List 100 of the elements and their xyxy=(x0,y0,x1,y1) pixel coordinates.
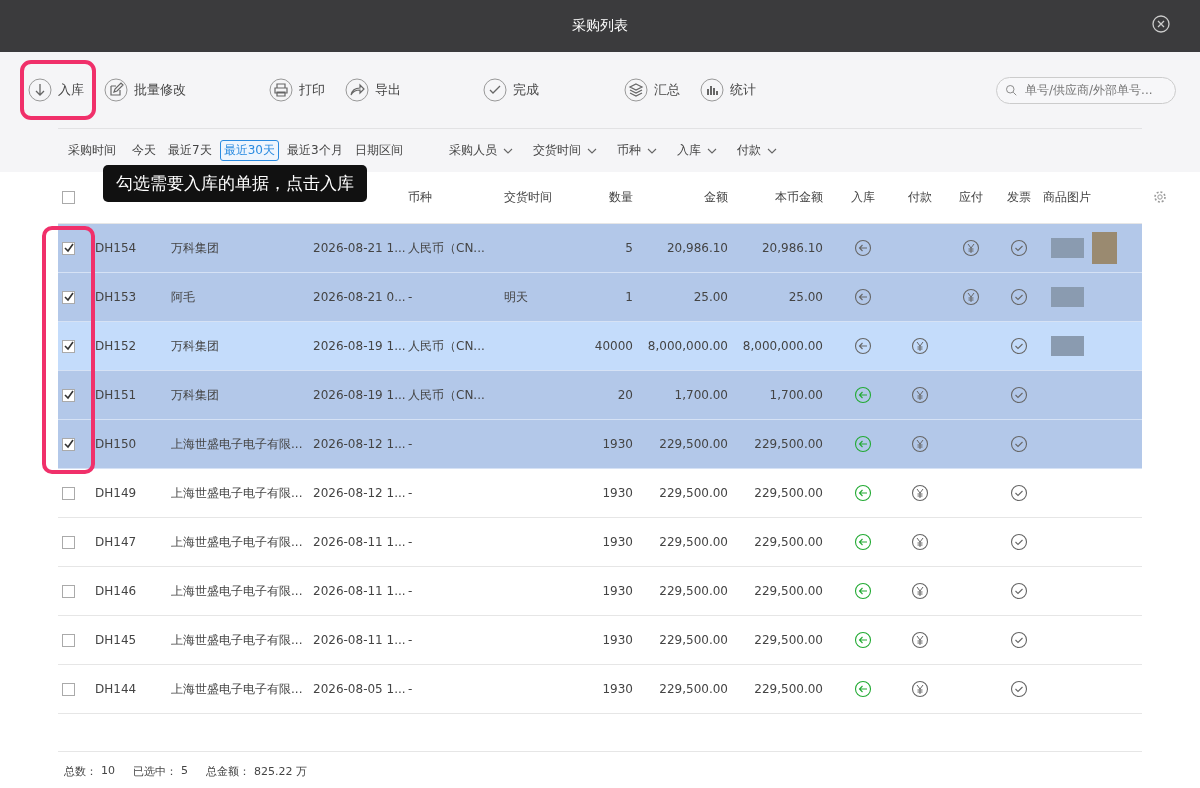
supplier-name: 上海世盛电子电子有限... xyxy=(171,484,303,502)
check-circle-icon[interactable] xyxy=(1010,680,1028,698)
column-header: 本币金额 xyxy=(775,189,823,206)
yen-circle-icon[interactable] xyxy=(911,337,929,355)
amount: 229,500.00 xyxy=(659,584,728,598)
checkbox[interactable] xyxy=(62,682,75,696)
checkbox[interactable] xyxy=(62,437,75,451)
checkbox[interactable] xyxy=(62,535,75,549)
order-number: DH146 xyxy=(95,584,137,598)
yen-circle-icon[interactable] xyxy=(911,582,929,600)
toolbar-button[interactable]: 完成 xyxy=(475,60,551,120)
table-row[interactable]: DH145 上海世盛电子电子有限... 2026-08-11 1... - 1930 229,500.00 229,500.00 xyxy=(58,616,1142,665)
table-row[interactable]: DH146 上海世盛电子电子有限... 2026-08-11 1... - 1930 229,500.00 229,500.00 xyxy=(58,567,1142,616)
arrow-left-circle-icon[interactable] xyxy=(854,288,872,306)
yen-circle-icon[interactable] xyxy=(962,288,980,306)
arrow-left-circle-icon[interactable] xyxy=(854,386,872,404)
yen-circle-icon[interactable] xyxy=(911,386,929,404)
quantity: 1930 xyxy=(602,584,633,598)
table-row[interactable]: DH150 上海世盛电子电子有限... 2026-08-12 1... - 1930 229,500.00 229,500.00 xyxy=(58,420,1142,469)
toolbar-button[interactable]: 汇总 xyxy=(616,60,692,120)
yen-circle-icon[interactable] xyxy=(962,239,980,257)
check-circle-icon[interactable] xyxy=(1010,386,1028,404)
filter-dropdown[interactable]: 币种 xyxy=(616,142,657,159)
check-circle-icon[interactable] xyxy=(1010,484,1028,502)
toolbar-button[interactable]: 入库 xyxy=(20,60,96,120)
checkbox[interactable] xyxy=(62,584,75,598)
toolbar-button[interactable]: 导出 xyxy=(337,60,413,120)
local-amount: 25.00 xyxy=(788,290,823,304)
quantity: 20 xyxy=(617,388,633,402)
local-amount: 229,500.00 xyxy=(754,682,823,696)
close-icon[interactable] xyxy=(1152,15,1170,33)
toolbar-button[interactable]: 批量修改 xyxy=(96,60,198,120)
date-range-option[interactable]: 今天 xyxy=(128,140,160,161)
arrow-left-circle-icon[interactable] xyxy=(854,435,872,453)
column-header: 金额 xyxy=(704,189,728,206)
settings-icon[interactable] xyxy=(1153,190,1167,204)
currency: - xyxy=(408,486,413,500)
table-row[interactable]: DH147 上海世盛电子电子有限... 2026-08-11 1... - 1930 229,500.00 229,500.00 xyxy=(58,518,1142,567)
filter-dropdown[interactable]: 入库 xyxy=(676,142,717,159)
arrow-left-circle-icon[interactable] xyxy=(854,631,872,649)
checkbox[interactable] xyxy=(62,191,75,204)
supplier-name: 万科集团 xyxy=(171,337,219,355)
table-row[interactable]: DH151 万科集团 2026-08-19 1... 人民币（CN... 20 1,700.00 1,700.00 xyxy=(58,371,1142,420)
table-row[interactable]: DH144 上海世盛电子电子有限... 2026-08-05 1... - 1930 229,500.00 229,500.00 xyxy=(58,665,1142,714)
order-number: DH151 xyxy=(95,388,137,402)
check-circle-icon[interactable] xyxy=(1010,337,1028,355)
checkbox[interactable] xyxy=(62,290,75,304)
table-row[interactable]: DH154 万科集团 2026-08-21 1... 人民币（CN... 5 20,986.10 20,986.10 xyxy=(58,224,1142,273)
purchase-time: 2026-08-11 1... xyxy=(313,633,406,647)
yen-circle-icon[interactable] xyxy=(911,533,929,551)
chevron-down-icon xyxy=(502,147,513,154)
yen-circle-icon[interactable] xyxy=(911,680,929,698)
arrow-left-circle-icon[interactable] xyxy=(854,582,872,600)
order-number: DH149 xyxy=(95,486,137,500)
check-circle-icon[interactable] xyxy=(1010,582,1028,600)
filter-dropdown[interactable]: 交货时间 xyxy=(532,142,597,159)
search-field[interactable]: 单号/供应商/外部单号... xyxy=(996,76,1176,104)
filter-dropdown[interactable]: 采购人员 xyxy=(448,142,513,159)
yen-circle-icon[interactable] xyxy=(911,435,929,453)
date-range-option[interactable]: 最近7天 xyxy=(164,140,216,161)
footer-label: 已选中： xyxy=(133,764,177,779)
toolbar-button[interactable]: 统计 xyxy=(692,60,768,120)
arrow-down-icon xyxy=(28,78,52,102)
check-circle-icon[interactable] xyxy=(1010,239,1028,257)
checkbox[interactable] xyxy=(62,388,75,402)
checkbox[interactable] xyxy=(62,339,75,353)
photo-placeholder xyxy=(1051,238,1084,258)
arrow-left-circle-icon[interactable] xyxy=(854,484,872,502)
toolbar-button[interactable]: 打印 xyxy=(261,60,337,120)
table-row[interactable]: DH149 上海世盛电子电子有限... 2026-08-12 1... - 1930 229,500.00 229,500.00 xyxy=(58,469,1142,518)
column-header: 币种 xyxy=(408,189,432,206)
amount: 229,500.00 xyxy=(659,633,728,647)
filter-dropdown[interactable]: 付款 xyxy=(736,142,777,159)
printer-icon xyxy=(269,78,293,102)
purchase-time: 2026-08-11 1... xyxy=(313,535,406,549)
arrow-left-circle-icon[interactable] xyxy=(854,533,872,551)
check-circle-icon[interactable] xyxy=(1010,533,1028,551)
currency: - xyxy=(408,535,413,549)
check-circle-icon[interactable] xyxy=(1010,631,1028,649)
checkbox[interactable] xyxy=(62,241,75,255)
checkbox[interactable] xyxy=(62,486,75,500)
check-circle-icon[interactable] xyxy=(1010,288,1028,306)
arrow-left-circle-icon[interactable] xyxy=(854,337,872,355)
check-circle-icon[interactable] xyxy=(1010,435,1028,453)
date-range-option[interactable]: 日期区间 xyxy=(350,140,407,161)
checkbox[interactable] xyxy=(62,633,75,647)
window-title: 采购列表 xyxy=(572,17,628,35)
yen-circle-icon[interactable] xyxy=(911,484,929,502)
arrow-left-circle-icon[interactable] xyxy=(854,239,872,257)
date-range-option[interactable]: 最近3个月 xyxy=(282,140,347,161)
chevron-down-icon xyxy=(646,147,657,154)
table-row[interactable]: DH153 阿毛 2026-08-21 0... - 明天 1 25.00 25.00 xyxy=(58,273,1142,322)
yen-circle-icon[interactable] xyxy=(911,631,929,649)
purchase-time: 2026-08-11 1... xyxy=(313,584,406,598)
table-row[interactable]: DH152 万科集团 2026-08-19 1... 人民币（CN... 40000 8,000,000.00 8,000,000.00 xyxy=(58,322,1142,371)
currency: 人民币（CN... xyxy=(408,239,485,257)
arrow-left-circle-icon[interactable] xyxy=(854,680,872,698)
currency: - xyxy=(408,437,413,451)
purchase-time: 2026-08-21 1... xyxy=(313,241,406,255)
amount: 229,500.00 xyxy=(659,535,728,549)
